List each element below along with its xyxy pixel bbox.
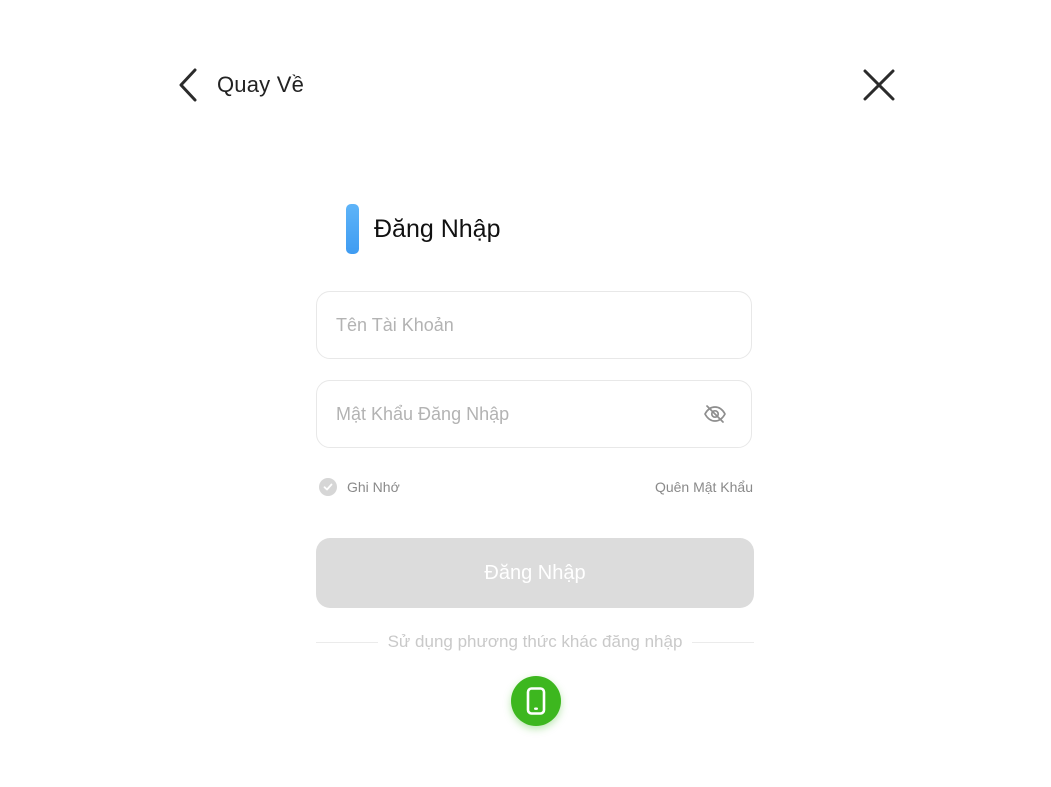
back-label: Quay Về — [217, 72, 305, 97]
password-input[interactable] — [336, 381, 676, 447]
login-button[interactable]: Đăng Nhập — [316, 538, 754, 608]
chevron-left-icon — [179, 68, 197, 102]
divider-text: Sử dụng phương thức khác đăng nhập — [387, 632, 683, 651]
eye-off-icon — [704, 405, 726, 423]
phone-login-button[interactable] — [511, 676, 561, 726]
check-circle-icon — [319, 478, 337, 496]
login-page: Quay Về Đăng Nhập Ghi — [0, 0, 1051, 787]
divider-line-left — [316, 641, 378, 643]
divider-line-right — [692, 641, 755, 643]
remember-me-label: Ghi Nhớ — [347, 479, 400, 495]
close-button[interactable] — [860, 66, 898, 104]
password-visibility-toggle[interactable] — [703, 402, 727, 426]
back-button[interactable]: Quay Về — [176, 66, 304, 104]
page-title-row: Đăng Nhập — [346, 204, 500, 254]
username-field — [316, 291, 752, 359]
page-title: Đăng Nhập — [374, 214, 501, 243]
username-input[interactable] — [336, 292, 676, 358]
phone-icon — [526, 687, 546, 715]
close-icon — [863, 69, 895, 101]
alternative-login-divider: Sử dụng phương thức khác đăng nhập — [316, 630, 755, 654]
remember-me-checkbox[interactable]: Ghi Nhớ — [319, 478, 400, 496]
forgot-password-link[interactable]: Quên Mật Khẩu — [655, 478, 753, 496]
title-accent-bar — [346, 204, 359, 254]
password-field — [316, 380, 752, 448]
